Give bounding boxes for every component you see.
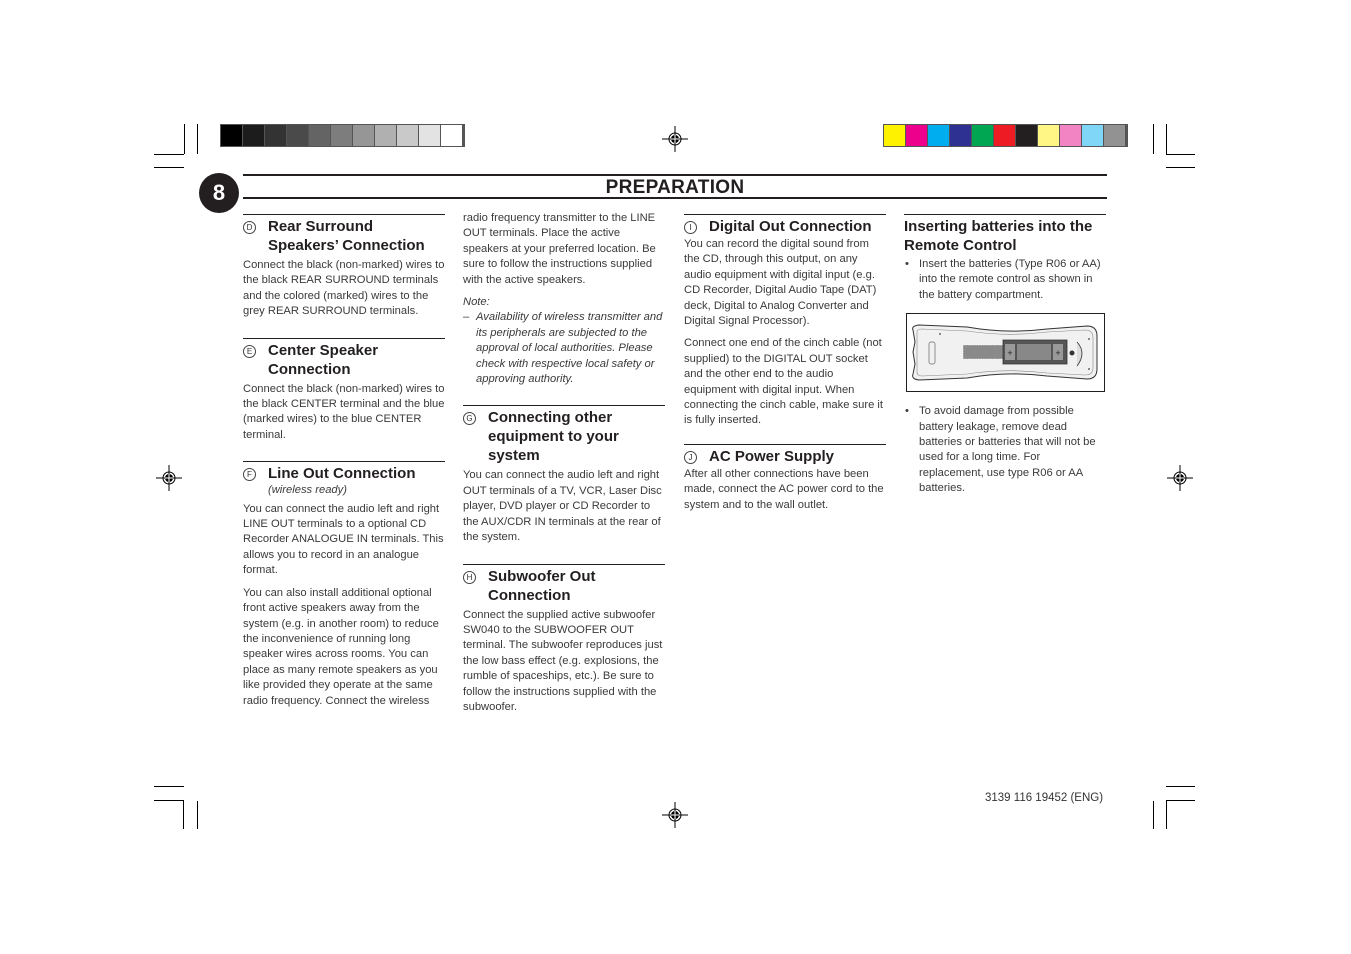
- color-swatch: [994, 125, 1015, 146]
- section-letter-badge: F: [243, 468, 256, 482]
- header-rule-bottom: [243, 197, 1107, 199]
- gray-swatch: [287, 125, 308, 146]
- continued-paragraph: radio frequency transmitter to the LINE …: [463, 212, 656, 286]
- section-paragraph: You can connect the audio left and right…: [463, 469, 662, 544]
- gray-swatch: [243, 125, 264, 146]
- note-dash: –: [463, 311, 470, 324]
- color-calibration-bar: [883, 124, 1128, 147]
- section-heading: AC Power Supply: [709, 447, 835, 465]
- note: – Availability of wireless transmitter a…: [463, 310, 665, 387]
- section-digital-out: I Digital Out Connection You can record t…: [684, 214, 886, 429]
- column-4: Inserting batteries into the Remote Cont…: [904, 214, 1106, 504]
- section-paragraph: You can also install additional optional…: [243, 586, 439, 707]
- section-ac-power: J AC Power Supply After all other connect…: [684, 443, 886, 513]
- list-item: • Insert the batteries (Type R06 or AA) …: [904, 257, 1106, 303]
- section-paragraph: Connect one end of the cinch cable (not …: [684, 337, 883, 427]
- page-number-badge: 8: [199, 173, 239, 213]
- page-title: PREPARATION: [605, 177, 745, 198]
- registration-mark-icon: [662, 126, 688, 152]
- color-swatch: [1060, 125, 1081, 146]
- registration-mark-icon: [156, 465, 182, 491]
- bullet-text: To avoid damage from possible battery le…: [919, 405, 1096, 495]
- section-subwoofer: H Subwoofer Out Connection Connect the su…: [463, 563, 665, 716]
- column-1: D Rear Surround Speakers’ Connection Conn…: [243, 214, 445, 716]
- section-subheading: (wireless ready): [268, 484, 347, 497]
- gray-swatch: [419, 125, 440, 146]
- section-letter-badge: D: [243, 221, 256, 234]
- section-heading: Rear Surround Speakers’ Connection: [268, 218, 425, 254]
- list-item: • To avoid damage from possible battery …: [904, 404, 1106, 496]
- color-swatch: [972, 125, 993, 146]
- color-swatch: [1082, 125, 1103, 146]
- column-3: I Digital Out Connection You can record t…: [684, 214, 886, 520]
- section-letter-badge: G: [463, 412, 476, 426]
- section-paragraph: You can connect the audio left and right…: [243, 502, 444, 577]
- bullet-icon: •: [905, 405, 909, 418]
- section-heading: Center Speaker Connection: [268, 341, 379, 378]
- gray-swatch: [331, 125, 352, 146]
- color-swatch: [1038, 125, 1059, 146]
- section-paragraph: After all other connections have been ma…: [684, 467, 884, 511]
- color-swatch: [950, 125, 971, 146]
- section-heading: Line Out Connection: [268, 465, 416, 483]
- section-letter-badge: H: [463, 570, 476, 584]
- section-line-out: F Line Out Connection (wireless ready) Yo…: [243, 461, 445, 709]
- note-label: Note:: [463, 296, 490, 309]
- battery-plus-label: +: [1055, 348, 1060, 358]
- section-heading: Digital Out Connection: [709, 218, 872, 235]
- gray-swatch: [397, 125, 418, 146]
- section-paragraph: Connect the supplied active subwoofer SW…: [463, 608, 663, 713]
- note-text: Availability of wireless transmitter and…: [476, 311, 663, 386]
- remote-battery-compartment-illustration: + +: [912, 324, 1098, 381]
- section-paragraph: Connect the black (non-marked) wires to …: [243, 382, 445, 441]
- section-letter-badge: I: [684, 221, 697, 234]
- gray-swatch: [309, 125, 330, 146]
- gray-swatch: [375, 125, 396, 146]
- section-heading: Subwoofer Out Connection: [488, 567, 596, 604]
- header-rule-top: [243, 174, 1107, 176]
- section-heading: Connecting other equipment to your syste…: [488, 409, 619, 465]
- section-paragraph: Connect the black (non-marked) wires to …: [243, 259, 445, 318]
- battery-plus-label: +: [1007, 348, 1012, 358]
- gray-swatch: [353, 125, 374, 146]
- grayscale-calibration-bar: [220, 124, 465, 147]
- section-paragraph: You can record the digital sound from th…: [684, 238, 877, 328]
- column-2: radio frequency transmitter to the LINE …: [463, 211, 665, 722]
- registration-mark-icon: [1167, 465, 1193, 491]
- color-swatch: [906, 125, 927, 146]
- remote-control-figure: + +: [906, 313, 1105, 393]
- color-swatch: [1104, 125, 1125, 146]
- section-letter-badge: J: [684, 450, 697, 464]
- color-swatch: [1016, 125, 1037, 146]
- section-heading: Inserting batteries into the Remote Cont…: [904, 218, 1093, 254]
- gray-swatch: [265, 125, 286, 146]
- document-code: 3139 116 19452 (ENG): [985, 792, 1104, 804]
- section-letter-badge: E: [243, 344, 256, 358]
- section-center-speaker: E Center Speaker Connection Connect the b…: [243, 337, 445, 444]
- registration-mark-icon: [662, 802, 688, 828]
- section-other-equipment: G Connecting other equipment to your syst…: [463, 405, 665, 545]
- section-batteries: Inserting batteries into the Remote Cont…: [904, 214, 1106, 497]
- section-rear-surround: D Rear Surround Speakers’ Connection Conn…: [243, 214, 445, 320]
- color-swatch: [928, 125, 949, 146]
- bullet-icon: •: [905, 258, 909, 270]
- gray-swatch: [221, 125, 242, 146]
- color-swatch: [884, 125, 905, 146]
- gray-swatch: [441, 125, 462, 146]
- bullet-text: Insert the batteries (Type R06 or AA) in…: [919, 258, 1101, 301]
